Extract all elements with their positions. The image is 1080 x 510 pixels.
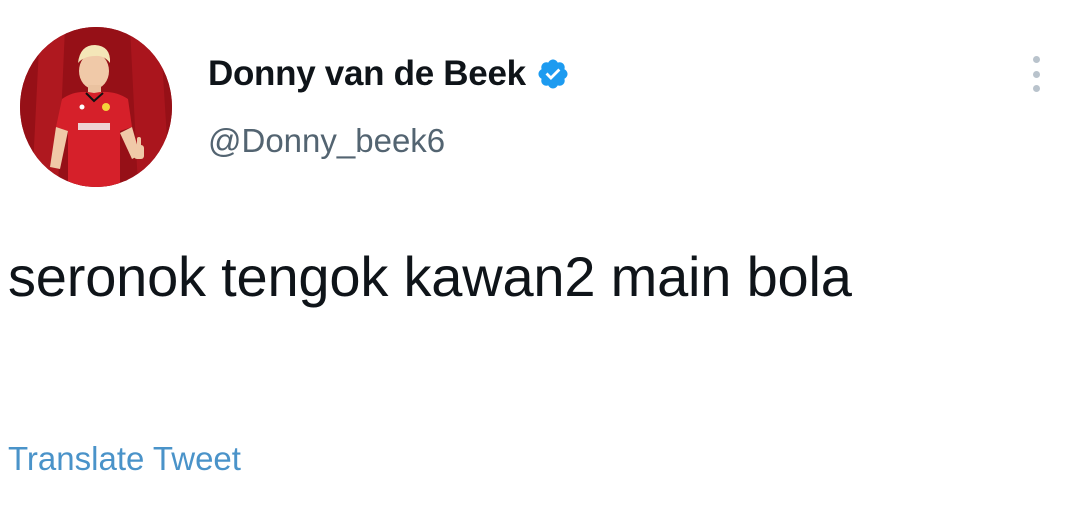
verified-badge-icon [538, 59, 568, 89]
more-options-icon[interactable] [1026, 52, 1046, 96]
more-dot-icon [1032, 85, 1040, 92]
tweet-text: seronok tengok kawan2 main bola [8, 245, 852, 308]
author-name-row: Donny van de Beek [208, 52, 570, 96]
more-dot-icon [1032, 56, 1040, 63]
more-dot-icon [1032, 70, 1040, 78]
avatar-photo-icon [20, 27, 172, 187]
author-handle[interactable]: @Donny_beek6 [208, 122, 445, 160]
author-avatar[interactable] [20, 27, 172, 187]
tweet-card: Donny van de Beek @Donny_beek6 seronok t… [0, 0, 1080, 510]
author-display-name[interactable]: Donny van de Beek [208, 54, 526, 94]
translate-tweet-link[interactable]: Translate Tweet [8, 440, 241, 478]
